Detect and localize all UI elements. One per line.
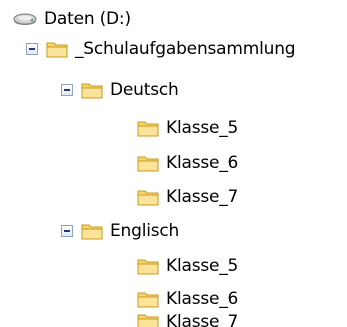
drive-icon: [13, 12, 37, 26]
folder-icon: [46, 40, 68, 58]
tree-node-klasse[interactable]: Klasse_6: [137, 148, 239, 178]
folder-icon: [137, 257, 159, 275]
collapse-toggle[interactable]: [61, 225, 73, 237]
tree-node-schulaufgabensammlung[interactable]: _Schulaufgabensammlung: [26, 34, 296, 64]
tree-node-klasse[interactable]: Klasse_5: [137, 113, 239, 143]
tree-node-label: Klasse_5: [166, 118, 239, 138]
folder-icon: [81, 222, 103, 240]
tree-node-klasse[interactable]: Klasse_7: [137, 182, 239, 212]
tree-node-label: Klasse_5: [166, 256, 239, 276]
tree-node-klasse[interactable]: Klasse_7: [137, 306, 239, 327]
tree-node-label: Klasse_6: [166, 153, 239, 173]
tree-node-label: _Schulaufgabensammlung: [75, 39, 296, 59]
tree-node-deutsch[interactable]: Deutsch: [61, 75, 180, 105]
tree-node-label: Deutsch: [110, 80, 179, 100]
tree-node-drive[interactable]: Daten (D:): [13, 4, 132, 34]
collapse-toggle[interactable]: [26, 43, 38, 55]
tree-node-label: Daten (D:): [44, 9, 131, 29]
folder-icon: [137, 119, 159, 137]
tree-node-klasse[interactable]: Klasse_5: [137, 251, 239, 281]
tree-node-label: Englisch: [110, 221, 180, 241]
folder-icon: [137, 188, 159, 206]
folder-icon: [81, 81, 103, 99]
folder-icon: [137, 154, 159, 172]
collapse-toggle[interactable]: [61, 84, 73, 96]
folder-icon: [137, 312, 159, 327]
tree-node-englisch[interactable]: Englisch: [61, 216, 180, 246]
tree-node-label: Klasse_7: [166, 312, 239, 327]
tree-node-label: Klasse_7: [166, 187, 239, 207]
folder-tree: Daten (D:) _Schulaufgabensammlung Deutsc…: [0, 0, 347, 327]
